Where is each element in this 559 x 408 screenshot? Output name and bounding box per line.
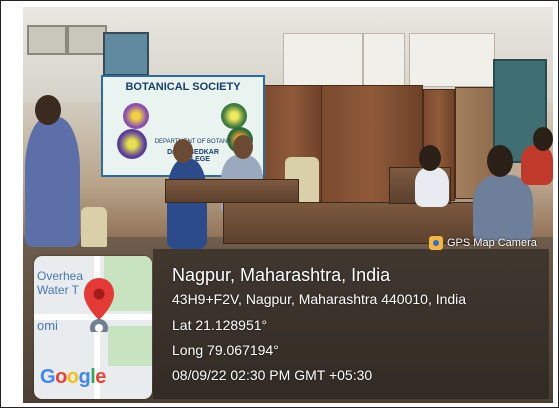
crt-monitor	[27, 25, 67, 55]
head	[487, 145, 513, 177]
student-plaid	[473, 175, 533, 241]
head	[533, 127, 553, 151]
google-logo: Google	[40, 366, 106, 388]
chair	[81, 207, 107, 247]
map-label-overhead: Overhea	[37, 269, 84, 283]
map-label-omi: omi	[37, 318, 58, 333]
standing-man	[25, 117, 80, 247]
location-title: Nagpur, Maharashtra, India	[172, 265, 391, 285]
seated-woman	[167, 159, 207, 249]
front-desk	[165, 179, 299, 203]
banner-title: BOTANICAL SOCIETY	[125, 81, 241, 93]
banner-dept: DEPARTMENT OF BOTANY	[154, 139, 232, 145]
longitude: Long 79.067194°	[172, 342, 279, 358]
timestamp: 08/09/22 02:30 PM GMT +05:30	[172, 367, 373, 383]
gps-badge-label: GPS Map Camera	[447, 237, 537, 249]
location-pin-icon	[84, 278, 114, 332]
flower-icon	[123, 103, 149, 129]
wall-cabinet	[409, 33, 495, 87]
crt-monitor	[67, 25, 107, 55]
student	[415, 167, 449, 207]
map-thumbnail[interactable]: Overhea Water T omi Google	[34, 256, 152, 399]
window	[103, 32, 149, 76]
gps-map-camera-badge: GPS Map Camera	[429, 234, 537, 252]
head	[233, 135, 253, 159]
address-line: 43H9+F2V, Nagpur, Maharashtra 440010, In…	[172, 291, 467, 307]
gps-camera-icon	[429, 236, 443, 250]
park-area	[108, 326, 152, 366]
student-red	[521, 145, 553, 185]
flower-icon	[117, 129, 147, 159]
latitude: Lat 21.128951°	[172, 317, 268, 333]
head	[173, 139, 193, 163]
screenshot-frame: BOTANICAL SOCIETY DEPARTMENT OF BOTANY D…	[0, 0, 559, 408]
flower-icon	[221, 103, 247, 129]
wall-cabinet	[363, 33, 405, 87]
map-label-water: Water T	[37, 283, 80, 297]
head	[419, 145, 441, 171]
head	[35, 95, 61, 125]
wall-cabinet	[283, 33, 363, 87]
